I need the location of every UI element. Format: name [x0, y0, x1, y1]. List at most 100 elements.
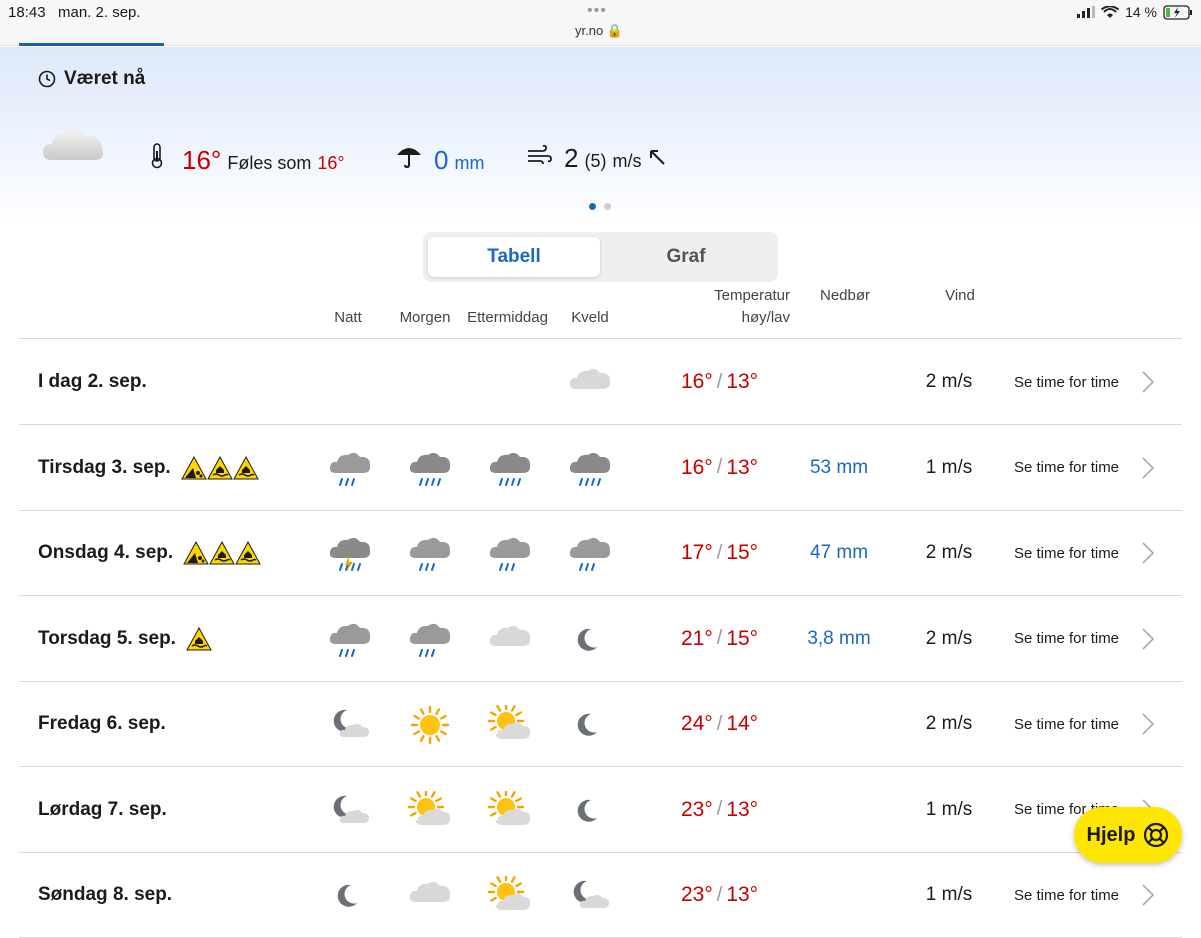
precipitation-value: [784, 852, 894, 938]
temperature-high-low: 16°/13°: [681, 339, 758, 425]
temperature-high-low: 17°/15°: [681, 510, 758, 596]
warning-icons[interactable]: [180, 455, 259, 480]
more-icon[interactable]: •••: [587, 2, 607, 20]
day-label: Søndag 8. sep.: [38, 852, 172, 938]
wind-value: 2 m/s: [925, 713, 973, 734]
day-label: Onsdag 4. sep.: [38, 510, 261, 596]
precipitation-value: 3,8 mm: [807, 627, 871, 649]
day-label: Lørdag 7. sep.: [38, 767, 167, 853]
current-weather-title: Været nå: [38, 68, 145, 90]
chevron-right-icon[interactable]: [1141, 712, 1155, 741]
help-button[interactable]: Hjelp: [1074, 807, 1182, 863]
day-name: Onsdag 4. sep.: [38, 542, 174, 563]
moon-cloud-icon: [328, 705, 372, 745]
forecast-row[interactable]: Fredag 6. sep. 24°/14° 2 m/s Se time for ti…: [19, 681, 1182, 767]
landslide-warning-icon[interactable]: [183, 541, 209, 565]
lock-icon: 🔒: [606, 23, 623, 38]
day-name: Søndag 8. sep.: [38, 884, 173, 905]
moon-icon: [568, 620, 612, 660]
temp-low: 13°: [726, 370, 759, 393]
wind-value: 1 m/s: [925, 456, 973, 478]
flood-warning-icon[interactable]: [209, 541, 235, 565]
tab-graph[interactable]: Graf: [600, 237, 772, 277]
warning-icons[interactable]: [183, 541, 261, 565]
thunder-rain-icon: [328, 534, 372, 574]
status-date: man. 2. sep.: [58, 4, 141, 21]
pager-dot[interactable]: [604, 203, 611, 210]
hourly-link[interactable]: Se time for time: [1014, 596, 1119, 682]
temperature-high-low: 16°/13°: [681, 425, 758, 511]
pager-dot-active[interactable]: [589, 203, 596, 210]
status-time: 18:43: [8, 4, 46, 21]
forecast-row[interactable]: I dag 2. sep. 16°/13° 2 m/s Se time for tim…: [19, 339, 1182, 425]
wifi-icon: [1101, 5, 1120, 18]
chevron-right-icon[interactable]: [1141, 370, 1155, 399]
temp-low: 14°: [726, 712, 759, 735]
sun-cloud-icon: [487, 873, 532, 916]
flood-warning-icon[interactable]: [232, 455, 259, 480]
column-evening: Kveld: [571, 309, 609, 326]
wind-value: 2 m/s: [925, 371, 973, 392]
temp-high: 24°: [681, 712, 713, 735]
temp-separator: /: [716, 627, 723, 649]
forecast-row[interactable]: Tirsdag 3. sep. 16°/13° 53 mm 1 m/s Se time …: [19, 425, 1182, 511]
chevron-right-icon[interactable]: [1141, 883, 1155, 912]
thermometer-icon: [151, 143, 163, 169]
hourly-link[interactable]: Se time for time: [1014, 852, 1119, 938]
flood-warning-icon[interactable]: [206, 455, 233, 480]
day-name: Tirsdag 3. sep.: [38, 456, 171, 478]
carousel-pager[interactable]: [589, 203, 611, 210]
temp-high: 17°: [681, 541, 713, 564]
active-tab-indicator: [19, 43, 164, 46]
flood-warning-icon[interactable]: [186, 626, 212, 651]
rain-icon: [488, 534, 532, 574]
column-wind: Vind: [945, 287, 975, 304]
day-name: Lørdag 7. sep.: [38, 798, 167, 820]
address-bar[interactable]: yr.no 🔒: [575, 23, 623, 39]
wind-value: 1 m/s: [925, 798, 973, 820]
sun-cloud-icon: [487, 788, 532, 831]
hourly-link[interactable]: Se time for time: [1014, 510, 1119, 596]
wind-value: 2 m/s: [925, 542, 973, 563]
forecast-row[interactable]: Torsdag 5. sep. 21°/15° 3,8 mm 2 m/s Se time…: [19, 596, 1182, 682]
day-label: Torsdag 5. sep.: [38, 596, 212, 682]
current-weather-panel: [0, 47, 1201, 222]
forecast-row[interactable]: Onsdag 4. sep. 17°/15° 47 mm 2 m/s Se time f…: [19, 510, 1182, 596]
temp-high: 23°: [681, 797, 713, 821]
warning-icons[interactable]: [186, 626, 212, 651]
chevron-right-icon[interactable]: [1141, 456, 1155, 485]
temperature-high-low: 23°/13°: [681, 767, 758, 853]
temp-low: 15°: [726, 626, 759, 650]
hourly-link[interactable]: Se time for time: [1014, 339, 1119, 425]
temperature-high-low: 21°/15°: [681, 596, 758, 682]
rain-heavy-icon: [408, 449, 452, 489]
sun-icon: [408, 705, 452, 745]
wind-icon: [528, 145, 552, 165]
temp-separator: /: [716, 456, 723, 478]
wind-direction-arrow-icon: [650, 150, 666, 165]
hourly-link[interactable]: Se time for time: [1014, 425, 1119, 511]
chevron-right-icon[interactable]: [1141, 541, 1155, 570]
temp-low: 13°: [726, 797, 759, 821]
forecast-row[interactable]: Søndag 8. sep. 23°/13° 1 m/s Se time for ti…: [19, 852, 1182, 938]
rain-icon: [568, 534, 612, 574]
landslide-warning-icon[interactable]: [180, 455, 207, 480]
forecast-row[interactable]: Lørdag 7. sep. 23°/13° 1 m/s Se time for ti…: [19, 767, 1182, 853]
precipitation-value: [784, 681, 894, 767]
status-bar: 18:43 man. 2. sep. ••• yr.no 🔒 14 %: [0, 0, 1201, 46]
temp-separator: /: [716, 883, 723, 906]
chevron-right-icon[interactable]: [1141, 627, 1155, 656]
temp-high: 16°: [681, 455, 713, 479]
tab-table[interactable]: Tabell: [428, 237, 600, 277]
current-wind: 2 (5) m/s: [526, 143, 667, 174]
sun-cloud-icon: [407, 788, 452, 831]
wind-value: 2 m/s: [925, 627, 973, 649]
flood-warning-icon[interactable]: [235, 541, 261, 565]
temp-low: 15°: [726, 541, 759, 564]
hourly-link[interactable]: Se time for time: [1014, 681, 1119, 767]
signal-icon: [1077, 6, 1096, 18]
temp-separator: /: [716, 541, 723, 564]
cloud-icon: [568, 363, 612, 403]
temp-high: 21°: [681, 626, 713, 650]
day-label: Tirsdag 3. sep.: [38, 425, 259, 511]
